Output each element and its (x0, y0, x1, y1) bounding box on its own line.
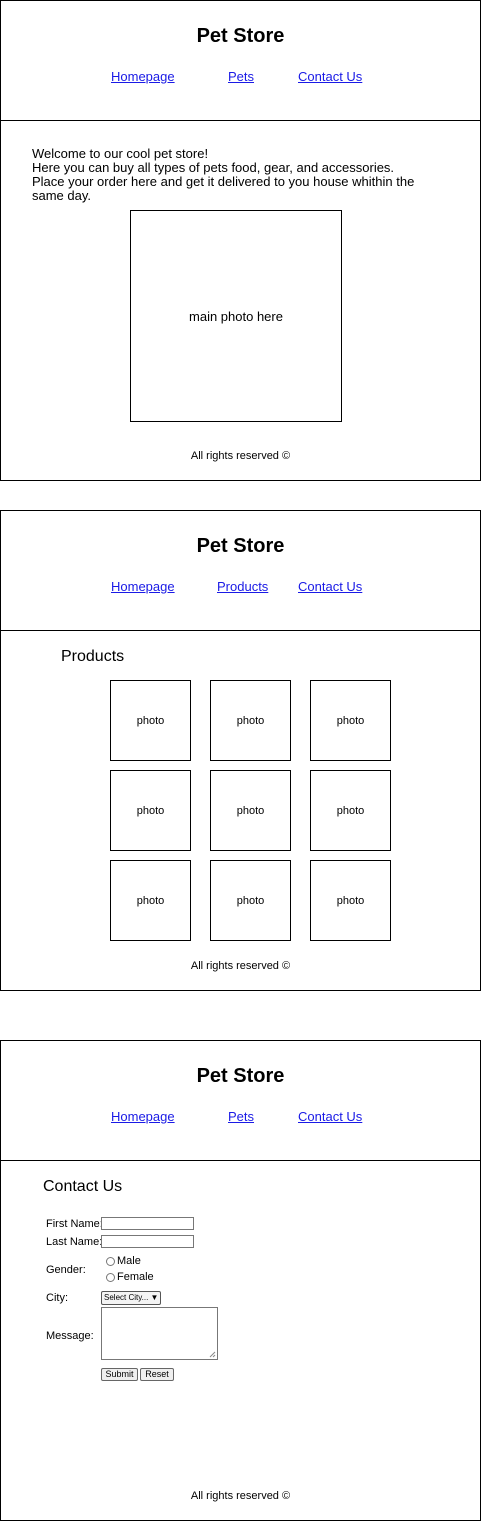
message-label: Message: (46, 1330, 94, 1342)
home-page: Pet Store Homepage Pets Contact Us Welco… (0, 0, 481, 481)
nav-link-homepage[interactable]: Homepage (111, 69, 175, 84)
contact-page: Pet Store Homepage Pets Contact Us Conta… (0, 1040, 481, 1521)
city-select-value: Select City... (104, 1293, 149, 1302)
nav-link-contact-us[interactable]: Contact Us (298, 1109, 362, 1124)
last-name-label: Last Name: (46, 1236, 103, 1248)
product-photo[interactable]: photo (210, 860, 291, 941)
nav-link-pets[interactable]: Pets (228, 69, 254, 84)
chevron-down-icon: ▼ (150, 1293, 159, 1302)
site-title: Pet Store (196, 1065, 285, 1087)
gender-female-label: Female (117, 1271, 154, 1283)
photo-label: photo (236, 714, 265, 727)
photo-label: photo (336, 714, 365, 727)
product-photo[interactable]: photo (310, 680, 391, 761)
products-heading: Products (61, 648, 125, 665)
photo-label: photo (336, 804, 365, 817)
resize-handle-icon[interactable] (209, 1351, 216, 1358)
product-photo[interactable]: photo (110, 680, 191, 761)
last-name-field[interactable] (101, 1235, 194, 1248)
first-name-label: First Name: (46, 1218, 103, 1230)
photo-label: photo (136, 894, 165, 907)
gender-male-radio[interactable] (106, 1257, 115, 1266)
intro-text: Welcome to our cool pet store! Here you … (32, 147, 432, 203)
intro-line: Welcome to our cool pet store! (32, 146, 209, 161)
nav-link-products[interactable]: Products (217, 579, 268, 594)
nav-link-homepage[interactable]: Homepage (111, 1109, 175, 1124)
gender-female-radio[interactable] (106, 1273, 115, 1282)
site-title: Pet Store (196, 25, 285, 47)
main-photo-placeholder: main photo here (130, 210, 342, 422)
photo-label: photo (136, 804, 165, 817)
site-title: Pet Store (196, 535, 285, 557)
contact-heading: Contact Us (43, 1178, 123, 1195)
city-select[interactable]: Select City... ▼ (101, 1291, 162, 1305)
product-photo[interactable]: photo (210, 770, 291, 851)
product-photo[interactable]: photo (110, 860, 191, 941)
intro-line: Place your order here and get it deliver… (32, 174, 415, 203)
product-photo[interactable]: photo (210, 680, 291, 761)
reset-button[interactable]: Reset (140, 1368, 174, 1381)
products-page: Pet Store Homepage Products Contact Us P… (0, 510, 481, 991)
nav-link-contact-us[interactable]: Contact Us (298, 69, 362, 84)
product-photo[interactable]: photo (110, 770, 191, 851)
first-name-field[interactable] (101, 1217, 194, 1230)
message-textarea[interactable] (101, 1307, 218, 1360)
submit-button[interactable]: Submit (101, 1368, 138, 1381)
footer: All rights reserved © (190, 450, 291, 462)
product-photo[interactable]: photo (310, 860, 391, 941)
photo-label: photo (236, 894, 265, 907)
footer: All rights reserved © (190, 960, 291, 972)
product-photo[interactable]: photo (310, 770, 391, 851)
footer: All rights reserved © (190, 1490, 291, 1502)
header: Pet Store Homepage Pets Contact Us (1, 1041, 480, 1161)
gender-label: Gender: (46, 1264, 86, 1276)
nav-link-homepage[interactable]: Homepage (111, 579, 175, 594)
header: Pet Store Homepage Pets Contact Us (1, 1, 480, 121)
nav-link-contact-us[interactable]: Contact Us (298, 579, 362, 594)
header: Pet Store Homepage Products Contact Us (1, 511, 480, 631)
intro-line: Here you can buy all types of pets food,… (32, 160, 395, 175)
photo-label: photo (236, 804, 265, 817)
photo-label: photo (336, 894, 365, 907)
main-photo-label: main photo here (189, 308, 283, 324)
city-label: City: (46, 1292, 68, 1304)
photo-label: photo (136, 714, 165, 727)
gender-male-label: Male (117, 1255, 141, 1267)
nav-link-pets[interactable]: Pets (228, 1109, 254, 1124)
